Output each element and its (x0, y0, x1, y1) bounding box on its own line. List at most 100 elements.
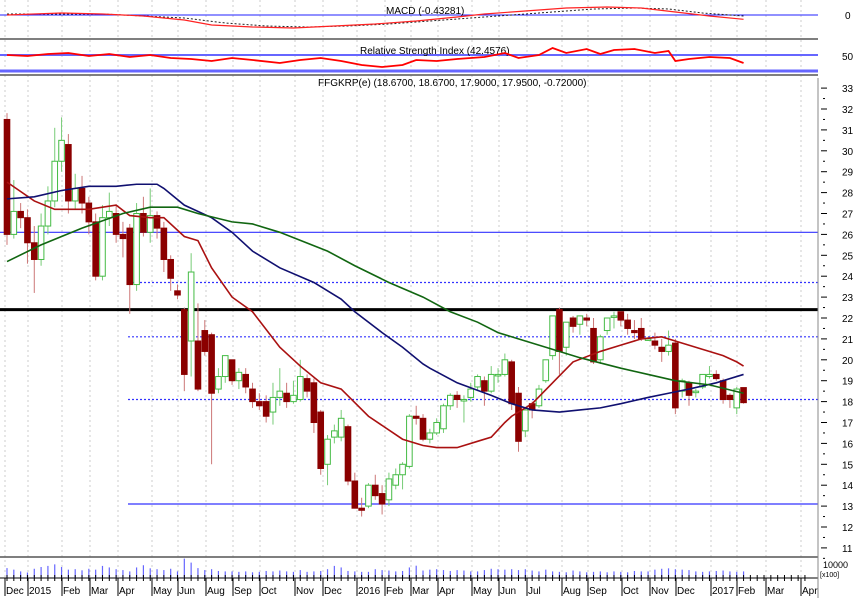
candle (467, 382, 475, 402)
candle-body (706, 373, 713, 378)
candle-body (65, 144, 72, 202)
candle (99, 205, 106, 281)
symbol-title: FFGKRP(e) (18.6700, 18.6700, 17.9000, 17… (318, 78, 587, 89)
candle-body (460, 399, 468, 402)
y-tick-label: 25 (842, 251, 854, 262)
candle (351, 472, 359, 509)
candle (337, 409, 345, 442)
candle-body (58, 139, 65, 162)
candle (215, 368, 222, 394)
candle (167, 255, 174, 291)
candle (85, 196, 93, 235)
rsi-panel: Relative Strength Index (42.4576) 50 (0, 46, 854, 76)
candle-body (712, 373, 720, 380)
candle-body (256, 401, 263, 407)
x-tick-label: Jun (500, 586, 516, 597)
candle-body (344, 426, 352, 482)
candlestick-chart: MACD (-0.43281) 0 Relative Strength Inde… (0, 0, 854, 598)
candle (631, 320, 638, 339)
candle (201, 320, 209, 356)
candle (208, 332, 215, 465)
candle (58, 117, 65, 172)
candles (3, 113, 747, 517)
candle (685, 380, 693, 406)
y-tick-label: 27 (842, 210, 854, 221)
long-moving-average (6, 206, 744, 395)
candle-body (474, 376, 481, 388)
candle-body (17, 210, 24, 219)
candle (440, 403, 447, 433)
y-tick-label: 13 (842, 502, 854, 513)
candle (515, 386, 522, 452)
x-tick-label: Jun (179, 586, 195, 597)
candle (358, 497, 365, 517)
candle-body (556, 309, 563, 352)
y-tick-label: 15 (842, 460, 854, 471)
candle-body (106, 210, 113, 219)
candle-body (440, 405, 447, 430)
candle (324, 435, 331, 486)
candle (78, 175, 86, 214)
candle (583, 313, 591, 327)
candle-body (296, 376, 304, 401)
candle-body (51, 160, 59, 202)
x-tick-label: Aug (207, 586, 225, 597)
candle-body (44, 200, 52, 227)
candle-body (174, 290, 181, 296)
x-tick-label: 2017 (712, 586, 735, 597)
candle-body (92, 221, 99, 277)
candle-body (160, 227, 168, 260)
candle-body (740, 387, 747, 404)
candle (303, 374, 311, 398)
stock-chart-window: MACD (-0.43281) 0 Relative Strength Inde… (0, 0, 855, 598)
candle-body (167, 258, 174, 279)
candle-body (85, 202, 93, 223)
x-tick-label: Oct (623, 586, 639, 597)
candle (433, 418, 440, 436)
candle (522, 407, 529, 438)
candle (106, 192, 113, 227)
candle-body (522, 409, 529, 432)
y-tick-label: 29 (842, 168, 854, 179)
x-tick-label: Dec (677, 586, 695, 597)
candle (447, 393, 454, 410)
candle-body (228, 359, 236, 382)
candle (453, 391, 461, 408)
y-tick-label: 31 (842, 126, 854, 137)
macd-lines (6, 6, 744, 29)
candle-body (726, 394, 734, 401)
candle-body (672, 342, 679, 409)
candle-body (692, 390, 700, 394)
candle (235, 368, 243, 390)
candle-body (235, 371, 243, 382)
candle-body (651, 340, 659, 346)
candle-body (583, 317, 591, 321)
candle (378, 485, 386, 515)
candle-body (310, 382, 318, 424)
candle-body (426, 432, 434, 440)
candle-body (603, 317, 611, 332)
candle (556, 307, 563, 375)
candle-body (290, 394, 297, 403)
candle (119, 221, 127, 258)
candle-body (508, 361, 515, 405)
candle (310, 378, 318, 433)
candle-body (637, 327, 645, 340)
candle-body (133, 213, 140, 286)
macd-zero-label: 0 (845, 11, 851, 22)
price-axis[interactable]: 11 12 13 14 15 16 17 18 19 20 21 22 23 24 25 26 27 28 29 30… (821, 84, 854, 559)
candle (249, 382, 256, 408)
x-tick-label: May (153, 586, 172, 597)
y-tick-label: 21 (842, 335, 854, 346)
x-tick-label: Jul (528, 586, 541, 597)
candle (617, 311, 625, 327)
candle (344, 424, 352, 486)
candle (24, 209, 31, 264)
candle-body (631, 330, 638, 334)
candle (692, 389, 700, 398)
candle-body (181, 309, 188, 375)
candle-body (337, 417, 345, 438)
candle (385, 472, 393, 507)
candle (481, 376, 488, 406)
x-tick-label: Mar (91, 586, 109, 597)
